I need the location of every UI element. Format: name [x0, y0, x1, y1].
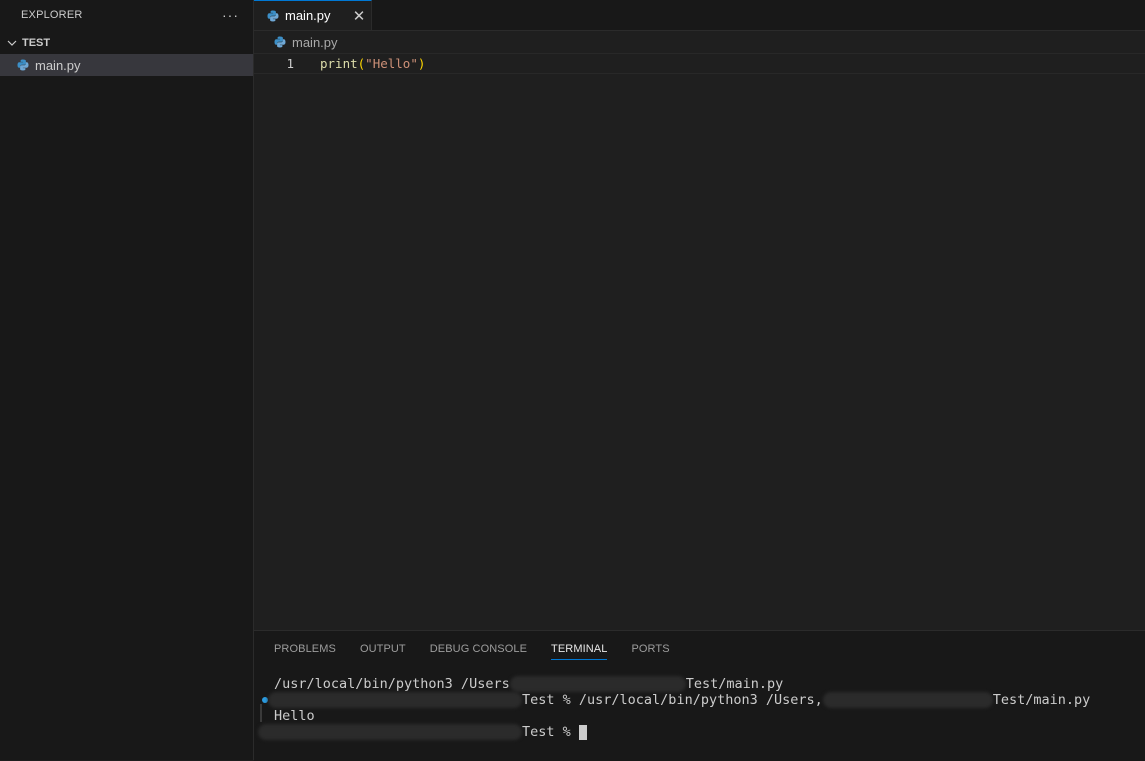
terminal-cursor	[578, 724, 587, 740]
panel-tabs: PROBLEMS OUTPUT DEBUG CONSOLE TERMINAL P…	[254, 631, 1145, 667]
tab-output[interactable]: OUTPUT	[360, 631, 406, 667]
folder-test[interactable]: TEST	[0, 32, 253, 54]
tab-debug-console[interactable]: DEBUG CONSOLE	[430, 631, 527, 667]
redacted-block	[268, 692, 522, 708]
redacted-block	[822, 692, 993, 708]
folder-label: TEST	[22, 37, 51, 49]
terminal-line: /usr/local/bin/python3 /Users Test/main.p…	[274, 676, 783, 692]
line-number: 1	[286, 56, 294, 71]
explorer-sidebar: EXPLORER ··· TEST main.py	[0, 0, 254, 760]
terminal-output: Hello	[274, 708, 315, 724]
terminal-prompt: Test %	[522, 692, 579, 708]
terminal-text: Test/main.py	[992, 692, 1091, 708]
tab-bar: main.py ✕	[254, 0, 1145, 31]
more-actions-icon[interactable]: ···	[222, 7, 239, 23]
tab-main-py[interactable]: main.py ✕	[254, 0, 372, 30]
code-line[interactable]: 1 print("Hello")	[254, 53, 1145, 74]
terminal-text: /usr/local/bin/python3 /Users	[274, 676, 510, 692]
terminal-line: Test %	[258, 724, 587, 740]
python-icon	[267, 10, 279, 21]
bottom-panel: PROBLEMS OUTPUT DEBUG CONSOLE TERMINAL P…	[254, 630, 1145, 761]
terminal-text: Test/main.py	[685, 676, 784, 692]
tab-ports[interactable]: PORTS	[631, 631, 669, 667]
breadcrumb-file[interactable]: main.py	[292, 35, 338, 50]
editor-area: main.py ✕ main.py 1 print("Hello")	[254, 0, 1145, 630]
breadcrumb: main.py	[254, 31, 1145, 53]
token-paren-close: )	[417, 56, 426, 71]
redacted-block	[258, 724, 522, 740]
terminal-line: Test % /usr/local/bin/python3 /Users, Tes…	[268, 692, 1090, 708]
terminal-text: /usr/local/bin/python3 /Users,	[578, 692, 823, 708]
python-icon	[17, 59, 29, 71]
file-item-main-py[interactable]: main.py	[0, 54, 253, 76]
tab-problems[interactable]: PROBLEMS	[274, 631, 336, 667]
python-icon	[274, 36, 286, 48]
code-text[interactable]: print("Hello")	[320, 56, 425, 71]
file-label: main.py	[35, 57, 81, 73]
tab-label: main.py	[285, 8, 331, 23]
command-gutter-bar	[260, 704, 262, 722]
redacted-block	[509, 676, 686, 692]
token-string: "Hello"	[365, 56, 418, 71]
explorer-title: EXPLORER	[21, 9, 83, 21]
terminal-prompt: Test %	[522, 724, 579, 740]
token-function: print	[320, 56, 358, 71]
close-icon[interactable]: ✕	[347, 7, 371, 25]
explorer-header: EXPLORER ···	[0, 0, 253, 30]
tab-terminal[interactable]: TERMINAL	[551, 631, 608, 667]
chevron-down-icon	[7, 40, 17, 46]
